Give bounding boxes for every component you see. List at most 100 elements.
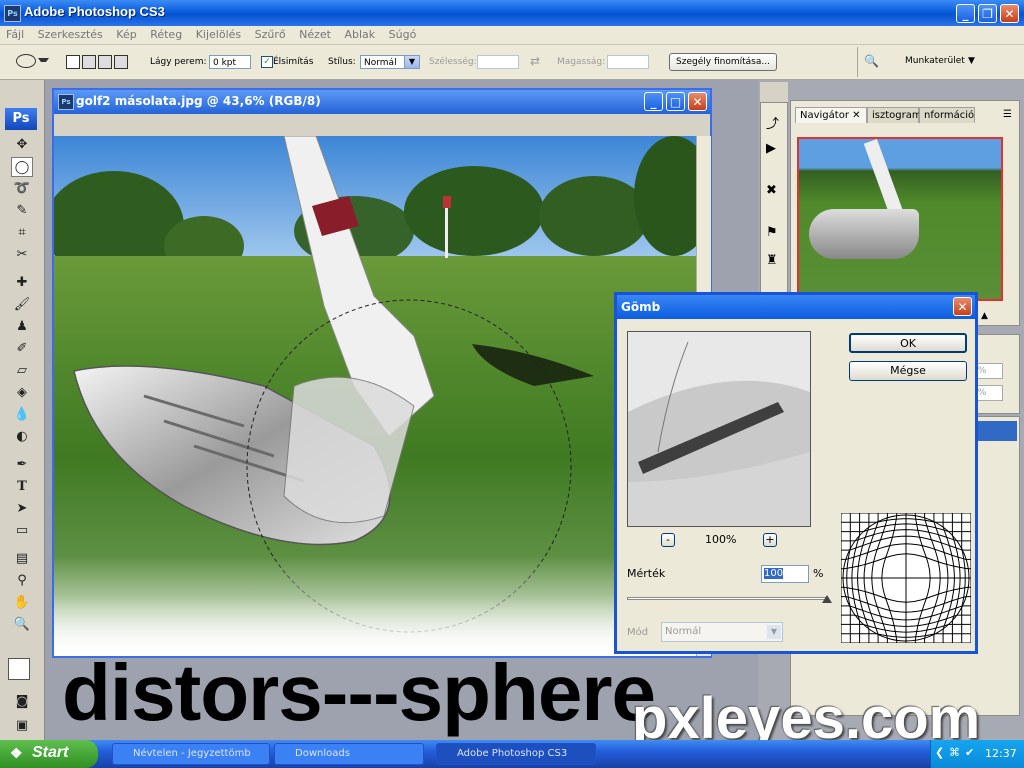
antialias-checkbox[interactable]: ✓ bbox=[261, 56, 273, 68]
doc-maximize-button[interactable]: □ bbox=[666, 92, 685, 111]
doc-close-button[interactable]: ✕ bbox=[688, 92, 707, 111]
hand-tool-icon[interactable]: ✋ bbox=[11, 593, 33, 613]
new-selection-icon[interactable] bbox=[66, 55, 80, 69]
tool-presets-icon[interactable]: ✖ bbox=[766, 183, 777, 198]
chevron-down-icon[interactable] bbox=[38, 58, 49, 67]
document-ruler-area bbox=[54, 114, 710, 136]
path-selection-tool-icon[interactable]: ➤ bbox=[11, 499, 33, 519]
elliptical-marquee-preset-icon[interactable] bbox=[16, 54, 36, 68]
doc-minimize-button[interactable]: _ bbox=[644, 92, 663, 111]
menu-image[interactable]: Kép bbox=[116, 26, 136, 44]
chevron-down-icon[interactable]: ▼ bbox=[767, 625, 781, 639]
width-input[interactable] bbox=[477, 55, 519, 69]
slice-tool-icon[interactable]: ✂ bbox=[11, 245, 33, 265]
menu-filter[interactable]: Szűrő bbox=[255, 26, 286, 44]
dialog-close-button[interactable]: ✕ bbox=[953, 297, 972, 316]
tray-arrow-icon[interactable]: ❮ bbox=[935, 746, 944, 759]
intersect-selection-icon[interactable] bbox=[114, 55, 128, 69]
preview-zoom-label: 100% bbox=[705, 533, 737, 546]
zoom-triangle-icon[interactable]: ▲ bbox=[981, 311, 988, 321]
restore-button[interactable]: ❐ bbox=[978, 4, 997, 23]
clone-stamp-tool-icon[interactable]: ♟ bbox=[11, 317, 33, 337]
filter-preview[interactable] bbox=[627, 331, 811, 527]
menu-help[interactable]: Súgó bbox=[389, 26, 417, 44]
history-panel-icon[interactable]: ⤴ bbox=[766, 113, 779, 132]
brushes-panel-icon[interactable]: ⚑ bbox=[766, 225, 778, 240]
elliptical-marquee-tool-icon[interactable]: ◯ bbox=[11, 157, 33, 177]
swap-icon[interactable]: ⇄ bbox=[530, 54, 540, 68]
eyedropper-tool-icon[interactable]: ⚲ bbox=[11, 571, 33, 591]
tab-info[interactable]: nformáció bbox=[919, 107, 975, 123]
workspace-label[interactable]: Munkaterület bbox=[905, 54, 965, 68]
crop-tool-icon[interactable]: ⌗ bbox=[11, 223, 33, 243]
photoshop-logo-icon[interactable]: Ps bbox=[5, 108, 37, 130]
navigator-thumbnail[interactable] bbox=[797, 137, 1003, 301]
menu-window[interactable]: Ablak bbox=[344, 26, 375, 44]
blur-tool-icon[interactable]: 💧 bbox=[11, 405, 33, 425]
panel-menu-icon[interactable]: ☰ bbox=[1003, 109, 1012, 120]
zoom-tool-icon[interactable]: 🔍 bbox=[11, 615, 33, 635]
canvas-image[interactable] bbox=[54, 136, 696, 656]
refine-edge-button[interactable]: Szegély finomítása... bbox=[669, 53, 777, 71]
feather-input[interactable]: 0 kpt bbox=[209, 55, 251, 69]
notes-tool-icon[interactable]: ▤ bbox=[11, 549, 33, 569]
dock-collapse-bar[interactable] bbox=[760, 82, 788, 102]
clone-source-icon[interactable]: ♜ bbox=[766, 253, 778, 268]
screen-mode-icon[interactable]: ▣ bbox=[11, 716, 33, 736]
chevron-down-icon[interactable]: ▼ bbox=[968, 56, 975, 66]
zoom-in-button[interactable]: + bbox=[763, 533, 777, 547]
task-photoshop-label: Adobe Photoshop CS3 bbox=[457, 748, 568, 759]
menu-view[interactable]: Nézet bbox=[299, 26, 331, 44]
mode-select[interactable]: Normál bbox=[661, 622, 783, 642]
task-notepad[interactable]: Névtelen - Jegyzettömb bbox=[112, 743, 270, 765]
close-button[interactable]: ✕ bbox=[1000, 4, 1019, 23]
start-label: Start bbox=[32, 744, 69, 761]
menu-select[interactable]: Kijelölés bbox=[196, 26, 241, 44]
foreground-color-swatch[interactable] bbox=[8, 658, 30, 680]
pen-tool-icon[interactable]: ✒ bbox=[11, 455, 33, 475]
menu-file[interactable]: Fájl bbox=[6, 26, 24, 44]
task-downloads[interactable]: Downloads bbox=[274, 743, 424, 765]
tab-histogram[interactable]: isztogram bbox=[867, 107, 922, 123]
amount-value: 100 bbox=[764, 568, 784, 579]
menu-layer[interactable]: Réteg bbox=[150, 26, 182, 44]
menu-edit[interactable]: Szerkesztés bbox=[38, 26, 103, 44]
paint-bucket-tool-icon[interactable]: ◈ bbox=[11, 383, 33, 403]
history-brush-tool-icon[interactable]: ✐ bbox=[11, 339, 33, 359]
mode-label: Mód bbox=[627, 627, 649, 638]
magic-wand-tool-icon[interactable]: ✎ bbox=[11, 201, 33, 221]
toolbox: Ps ✥ ◯ ➰ ✎ ⌗ ✂ ✚ 🖌 ♟ ✐ ▱ ◈ 💧 ◐ ✒ T ➤ ▭ ▤… bbox=[0, 80, 45, 740]
ok-button[interactable]: OK bbox=[849, 333, 967, 353]
start-button[interactable]: ❖ Start bbox=[0, 740, 98, 768]
cancel-button[interactable]: Mégse bbox=[849, 361, 967, 381]
task-photoshop[interactable]: Adobe Photoshop CS3 bbox=[436, 743, 596, 765]
minimize-button[interactable]: _ bbox=[956, 4, 975, 23]
dodge-tool-icon[interactable]: ◐ bbox=[11, 427, 33, 447]
quick-mask-icon[interactable]: ◙ bbox=[11, 692, 33, 712]
eraser-tool-icon[interactable]: ▱ bbox=[11, 361, 33, 381]
move-tool-icon[interactable]: ✥ bbox=[11, 135, 33, 155]
app-title-bar: Ps Adobe Photoshop CS3 _ ❐ ✕ bbox=[0, 0, 1024, 26]
actions-panel-icon[interactable]: ▶ bbox=[766, 141, 776, 156]
brush-tool-icon[interactable]: 🖌 bbox=[11, 295, 33, 315]
chevron-down-icon[interactable]: ▼ bbox=[404, 56, 419, 68]
security-icon[interactable]: ✔ bbox=[965, 746, 974, 759]
amount-input[interactable]: 100 bbox=[761, 565, 809, 583]
amount-unit: % bbox=[813, 567, 824, 580]
bridge-icon[interactable]: 🔍 bbox=[864, 54, 886, 70]
tab-navigator[interactable]: Navigátor ✕ bbox=[795, 107, 867, 123]
height-input[interactable] bbox=[607, 55, 649, 69]
network-icon[interactable]: ⌘ bbox=[949, 746, 960, 759]
healing-brush-tool-icon[interactable]: ✚ bbox=[11, 273, 33, 293]
lasso-tool-icon[interactable]: ➰ bbox=[11, 179, 33, 199]
subtract-selection-icon[interactable] bbox=[98, 55, 112, 69]
dialog-title-bar: Gömb ✕ bbox=[617, 295, 975, 319]
add-selection-icon[interactable] bbox=[82, 55, 96, 69]
amount-slider-track[interactable] bbox=[627, 597, 827, 600]
type-tool-icon[interactable]: T bbox=[11, 477, 33, 497]
document-title-bar: Ps golf2 másolata.jpg @ 43,6% (RGB/8) _ … bbox=[54, 90, 710, 114]
clock[interactable]: 12:37 bbox=[985, 747, 1017, 760]
rectangle-tool-icon[interactable]: ▭ bbox=[11, 521, 33, 541]
amount-slider-thumb[interactable] bbox=[822, 595, 832, 603]
zoom-out-button[interactable]: - bbox=[661, 533, 675, 547]
